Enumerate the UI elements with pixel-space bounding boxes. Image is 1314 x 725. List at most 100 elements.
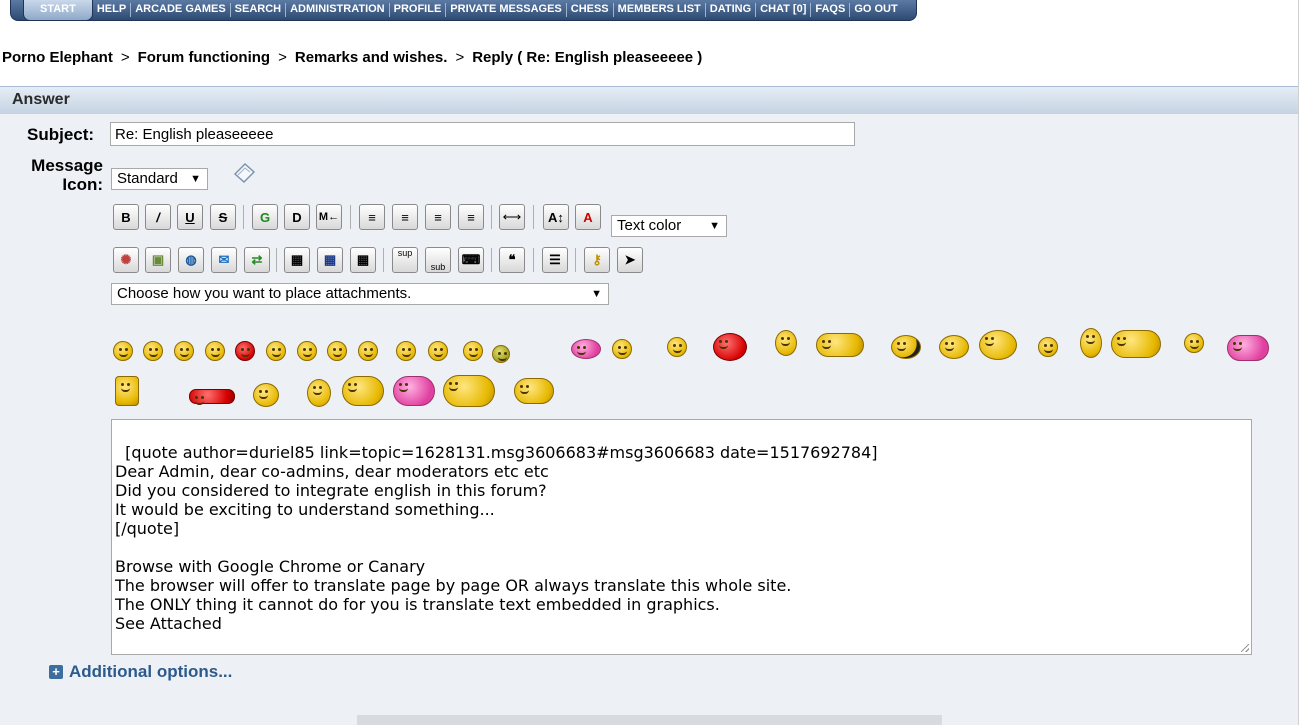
nav-help[interactable]: HELP [93, 0, 130, 20]
font-size-button[interactable]: A↕ [543, 204, 569, 230]
smiley-icon[interactable] [1184, 333, 1204, 353]
nav-dating[interactable]: DATING [706, 0, 755, 20]
subscript-button[interactable]: sub [425, 247, 451, 273]
list-button[interactable]: ☰ [542, 247, 568, 273]
girl-smiley-icon[interactable] [571, 339, 601, 359]
smiley-icon[interactable] [667, 337, 687, 357]
flash-button[interactable]: ✺ [113, 247, 139, 273]
smiley-icon[interactable] [463, 341, 483, 361]
sign-smiley-icon[interactable] [115, 376, 139, 406]
nav-start[interactable]: START [23, 0, 93, 21]
smiley-icon[interactable] [205, 341, 225, 361]
message-icon-select[interactable]: Standard ▼ [111, 168, 208, 190]
girl-smiley-icon[interactable] [1227, 335, 1269, 361]
resize-grip-icon[interactable] [1241, 644, 1249, 652]
bold-button[interactable]: B [113, 204, 139, 230]
smiley-icon[interactable] [1038, 337, 1058, 357]
teletype-button[interactable]: ⌨ [458, 247, 484, 273]
breadcrumb-remarks[interactable]: Remarks and wishes. [295, 49, 448, 66]
nav-go-out[interactable]: GO OUT [850, 0, 901, 20]
insert-column-button[interactable]: ▦ [350, 247, 376, 273]
breadcrumb-home[interactable]: Porno Elephant [2, 49, 113, 66]
smiley-icon[interactable] [396, 341, 416, 361]
smiley-icon[interactable] [358, 341, 378, 361]
smiley-icon[interactable] [327, 341, 347, 361]
breadcrumb-forum-functioning[interactable]: Forum functioning [138, 49, 270, 66]
waving-smiley-icon[interactable] [1111, 330, 1161, 358]
toolbar-divider [491, 248, 492, 272]
girl-smiley-icon[interactable] [393, 376, 435, 406]
smiley-icon[interactable] [174, 341, 194, 361]
subject-input[interactable]: Re: English pleaseeeee [110, 122, 855, 146]
align-center-alt-button[interactable]: ≡ [425, 204, 451, 230]
underline-button[interactable]: U [177, 204, 203, 230]
table-column-icon: ▦ [356, 252, 370, 267]
ftp-button[interactable]: ⇄ [244, 247, 270, 273]
shadow-button[interactable]: D [284, 204, 310, 230]
couple-smiley-icon[interactable] [816, 333, 864, 357]
cop-smiley-icon[interactable] [891, 335, 921, 359]
smiley-icon[interactable] [1080, 328, 1102, 358]
smiley-icon[interactable] [979, 330, 1017, 360]
nav-members-list[interactable]: MEMBERS LIST [614, 0, 705, 20]
smiley-icon[interactable] [775, 330, 797, 356]
flash-icon: ✺ [120, 252, 132, 267]
align-left-button[interactable]: ≡ [359, 204, 385, 230]
smiley-icon[interactable] [113, 341, 133, 361]
italic-button[interactable]: / [145, 204, 171, 230]
quote-button[interactable]: ❝ [499, 247, 525, 273]
hide-button[interactable]: ➤ [617, 247, 643, 273]
text-color-select[interactable]: Text color ▼ [611, 215, 727, 237]
nav-chess[interactable]: CHESS [567, 0, 613, 20]
typewriter-icon: ⌨ [461, 252, 481, 267]
glow-button[interactable]: G [252, 204, 278, 230]
hyperlink-button[interactable]: ◍ [178, 247, 204, 273]
font-color-button[interactable]: A [575, 204, 601, 230]
angry-smiley-icon[interactable] [235, 341, 255, 361]
table-row-icon: ▦ [323, 252, 337, 267]
nav-faqs[interactable]: FAQS [811, 0, 849, 20]
devil-smiley-icon[interactable] [713, 333, 747, 361]
message-body-textarea[interactable]: [quote author=duriel85 link=topic=162813… [111, 419, 1252, 655]
smiley-icon[interactable] [612, 339, 632, 359]
insert-row-button[interactable]: ▦ [317, 247, 343, 273]
smiley-icon[interactable] [143, 341, 163, 361]
spoiler-button[interactable]: ⚷ [584, 247, 610, 273]
nav-private-messages[interactable]: PRIVATE MESSAGES [446, 0, 565, 20]
nav-administration[interactable]: ADMINISTRATION [286, 0, 389, 20]
image-button[interactable]: ▣ [145, 247, 171, 273]
breadcrumb-separator: > [120, 49, 130, 66]
pointer-icon: ➤ [624, 252, 636, 267]
smiley-icon[interactable] [297, 341, 317, 361]
smiley-icon[interactable] [307, 379, 331, 407]
smiley-icon[interactable] [253, 383, 279, 407]
waving-smiley-icon[interactable] [342, 376, 384, 406]
align-center-button[interactable]: ≡ [392, 204, 418, 230]
toolbar-divider [350, 205, 351, 229]
thumbs-up-smiley-icon[interactable] [939, 335, 969, 359]
group-smiley-icon[interactable] [443, 375, 495, 407]
strikethrough-button[interactable]: S [210, 204, 236, 230]
top-nav: START HELP ARCADE GAMES SEARCH ADMINISTR… [10, 0, 917, 21]
ftp-icon: ⇄ [251, 252, 263, 267]
email-button[interactable]: ✉ [211, 247, 237, 273]
chevron-down-icon: ▼ [709, 220, 720, 232]
lying-smiley-icon[interactable] [189, 389, 235, 405]
attachments-select[interactable]: Choose how you want to place attachments… [111, 283, 609, 305]
additional-options-label: Additional options... [69, 662, 233, 681]
additional-options-toggle[interactable]: + Additional options... [49, 662, 232, 682]
insert-table-button[interactable]: ▦ [284, 247, 310, 273]
horizontal-rule-button[interactable]: ⟷ [499, 204, 525, 230]
superscript-button[interactable]: sup [392, 247, 418, 273]
waving-smiley-icon[interactable] [514, 378, 554, 404]
smiley-icon[interactable] [428, 341, 448, 361]
sick-smiley-icon[interactable] [492, 345, 510, 363]
nav-search[interactable]: SEARCH [231, 0, 285, 20]
align-right-button[interactable]: ≡ [458, 204, 484, 230]
smiley-icon[interactable] [266, 341, 286, 361]
nav-arcade-games[interactable]: ARCADE GAMES [131, 0, 229, 20]
nav-chat[interactable]: CHAT [0] [756, 0, 810, 20]
marquee-button[interactable]: M← [316, 204, 342, 230]
nav-profile[interactable]: PROFILE [390, 0, 446, 20]
list-icon: ☰ [549, 252, 561, 267]
